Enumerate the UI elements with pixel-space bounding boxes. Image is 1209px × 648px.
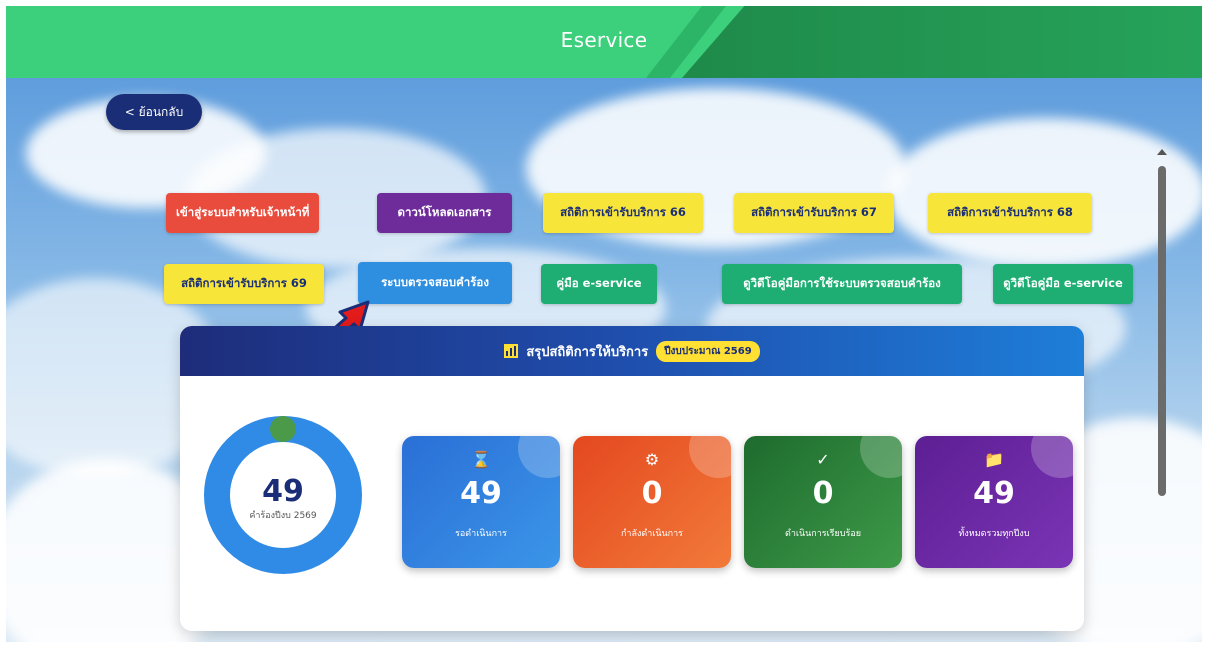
stat-label: รอดำเนินการ: [455, 529, 507, 539]
stat-card-in-progress: ⚙ 0 กำลังดำเนินการ: [573, 436, 731, 568]
check-request-button[interactable]: ระบบตรวจสอบคำร้อง: [358, 262, 512, 304]
video-check-manual-button[interactable]: ดูวิดีโอคู่มือการใช้ระบบตรวจสอบคำร้อง: [722, 264, 962, 304]
hourglass-icon: ⌛: [471, 450, 491, 469]
back-button[interactable]: < ย้อนกลับ: [106, 94, 202, 130]
summary-header: สรุปสถิติการให้บริการ ปีงบประมาณ 2569: [180, 326, 1084, 376]
stats-67-button[interactable]: สถิติการเข้ารับบริการ 67: [734, 193, 894, 233]
stat-label: ดำเนินการเรียบร้อย: [784, 529, 862, 539]
page-frame: Eservice < ย้อนกลับ เข้าสู่ระบบสำหรับเจ้…: [6, 6, 1202, 642]
video-eservice-manual-button[interactable]: ดูวิดีโอคู่มือ e-service: [993, 264, 1133, 304]
stat-value: 0: [812, 476, 834, 511]
eservice-manual-button[interactable]: คู่มือ e-service: [541, 264, 657, 304]
stat-label: ทั้งหมดรวมทุกปีงบ: [958, 529, 1030, 539]
scroll-up-icon[interactable]: [1157, 149, 1167, 155]
download-docs-button[interactable]: ดาวน์โหลดเอกสาร: [377, 193, 512, 233]
folder-icon: 📁: [984, 450, 1004, 469]
chart-icon: [504, 344, 519, 358]
stat-card-total: 📁 49 ทั้งหมดรวมทุกปีงบ: [915, 436, 1073, 568]
app-header: Eservice: [6, 6, 1202, 78]
check-icon: ✓: [816, 450, 830, 469]
stats-68-button[interactable]: สถิติการเข้ารับบริการ 68: [928, 193, 1092, 233]
stats-66-button[interactable]: สถิติการเข้ารับบริการ 66: [543, 193, 703, 233]
stat-value: 49: [460, 476, 502, 511]
staff-login-button[interactable]: เข้าสู่ระบบสำหรับเจ้าหน้าที่: [166, 193, 320, 233]
stat-value: 0: [641, 476, 663, 511]
stat-card-pending: ⌛ 49 รอดำเนินการ: [402, 436, 560, 568]
page-title: Eservice: [560, 28, 648, 52]
donut-label: คำร้องปีงบ 2569: [249, 511, 317, 521]
summary-title: สรุปสถิติการให้บริการ: [526, 344, 649, 360]
gear-icon: ⚙: [644, 450, 660, 469]
stat-value: 49: [973, 476, 1015, 511]
summary-card: สรุปสถิติการให้บริการ ปีงบประมาณ 2569 49…: [180, 326, 1084, 631]
stat-card-completed: ✓ 0 ดำเนินการเรียบร้อย: [744, 436, 902, 568]
donut-value: 49: [262, 474, 304, 509]
scrollbar-thumb[interactable]: [1158, 166, 1166, 496]
stats-69-button[interactable]: สถิติการเข้ารับบริการ 69: [164, 264, 324, 304]
stat-label: กำลังดำเนินการ: [620, 529, 684, 539]
fiscal-year-badge: ปีงบประมาณ 2569: [656, 340, 760, 362]
donut-completed-marker: [270, 416, 296, 442]
